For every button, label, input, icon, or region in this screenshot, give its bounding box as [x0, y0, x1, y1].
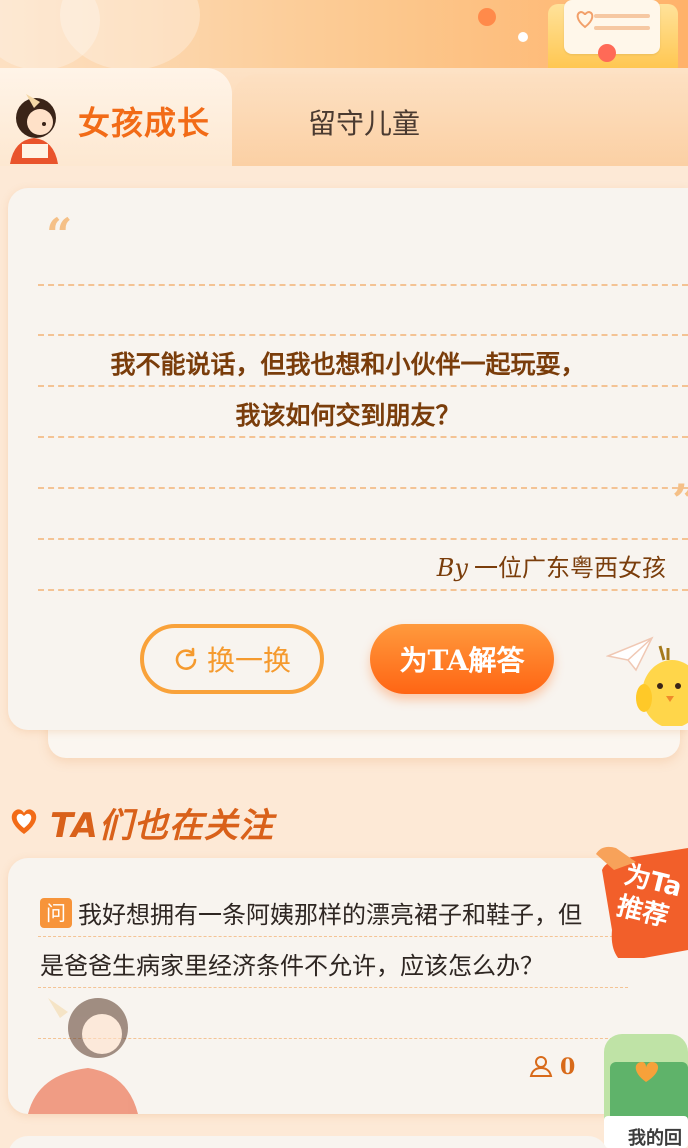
top-banner: [0, 0, 688, 72]
tab-left-behind-children[interactable]: 留守儿童: [232, 74, 688, 166]
related-question-text: 我好想拥有一条阿姨那样的漂亮裙子和鞋子，但是爸爸生病家里经济条件不允许，应该怎么…: [40, 901, 582, 980]
tab-girl-growth[interactable]: 女孩成长: [0, 68, 232, 166]
refresh-icon: [175, 647, 197, 670]
by-prefix: By: [436, 554, 468, 582]
open-quote-icon: “: [46, 208, 73, 262]
question-card: “ ” 我不能说话，但我也想和小伙伴一起玩耍， 我该如何交到朋友？ By一位广东…: [8, 188, 688, 730]
divider: [38, 334, 688, 336]
refresh-button[interactable]: 换一换: [140, 624, 324, 694]
question-author: By 一位广东粤西女孩: [437, 548, 666, 583]
divider: [38, 487, 688, 489]
person-icon: [529, 1056, 553, 1077]
question-line-1: 我不能说话，但我也想和小伙伴一起玩耍，: [110, 350, 586, 379]
decor-dot: [518, 32, 528, 42]
my-answers-label: 我的回: [628, 1128, 682, 1148]
girl-avatar-icon: [10, 94, 58, 164]
envelope-icon: [548, 0, 678, 70]
decor-dot: [478, 8, 496, 26]
like-count-value: 0: [560, 1054, 576, 1080]
divider: [38, 284, 688, 286]
like-count[interactable]: 0: [528, 1054, 575, 1080]
tab-label: 留守儿童: [308, 107, 421, 140]
girl-illustration: [28, 998, 138, 1114]
tab-bar: 留守儿童 女孩成长: [0, 68, 688, 166]
close-quote-icon: ”: [672, 474, 688, 528]
question-line-2: 我该如何交到朋友？: [235, 401, 461, 430]
chick-mascot-icon: [636, 645, 688, 726]
answer-button[interactable]: 为TA解答: [370, 624, 554, 694]
divider: [38, 538, 688, 540]
section-title: TA们也在关注: [50, 806, 274, 846]
author-name: 一位广东粤西女孩: [474, 554, 666, 582]
related-question-card[interactable]: 问 我好想拥有一条阿姨那样的漂亮裙子和鞋子，但是爸爸生病家里经济条件不允许，应该…: [8, 858, 688, 1114]
heart-icon: [11, 809, 37, 834]
next-card-peek: [8, 1136, 608, 1148]
tab-label: 女孩成长: [78, 104, 211, 142]
refresh-label: 换一换: [206, 644, 291, 677]
divider: [38, 589, 688, 591]
